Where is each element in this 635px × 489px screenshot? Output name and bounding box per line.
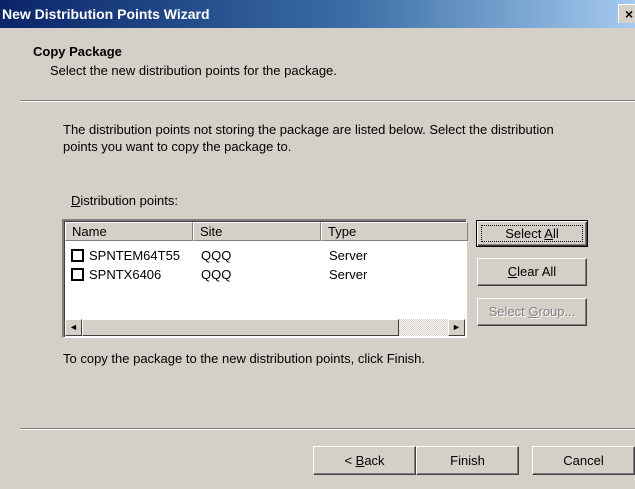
- cell-name: SPNTX6406: [89, 267, 162, 282]
- page-subtitle: Select the new distribution points for t…: [50, 63, 337, 78]
- row-checkbox[interactable]: [71, 249, 84, 262]
- close-icon[interactable]: ×: [618, 4, 635, 23]
- cell-site: QQQ: [201, 248, 232, 263]
- column-header-site[interactable]: Site: [193, 222, 321, 241]
- select-all-button[interactable]: Select All: [476, 220, 588, 247]
- list-item[interactable]: SPNTX6406 QQQ Server: [67, 266, 462, 284]
- cell-type: Server: [329, 267, 368, 282]
- window-title: New Distribution Points Wizard: [2, 6, 210, 22]
- back-button[interactable]: < Back: [313, 446, 416, 475]
- column-header-name[interactable]: Name: [65, 222, 193, 241]
- cell-type: Server: [329, 248, 368, 263]
- distribution-points-label: Distribution points:: [71, 193, 178, 208]
- wizard-header: Copy Package Select the new distribution…: [0, 28, 635, 100]
- scrollbar-thumb[interactable]: [82, 319, 399, 336]
- scrollbar-track[interactable]: [82, 319, 448, 336]
- list-header: Name Site Type: [65, 222, 468, 241]
- cell-site: QQQ: [201, 267, 232, 282]
- intro-text: The distribution points not storing the …: [63, 122, 554, 154]
- select-all-label: Select All: [481, 225, 583, 242]
- clear-all-button[interactable]: Clear All: [477, 258, 587, 286]
- distribution-points-list[interactable]: Name Site Type SPNTEM64T55 QQQ Server SP…: [62, 219, 468, 338]
- cancel-button[interactable]: Cancel: [532, 446, 635, 475]
- scroll-right-icon[interactable]: ►: [448, 319, 465, 336]
- page-title: Copy Package: [33, 44, 122, 59]
- column-header-type[interactable]: Type: [321, 222, 468, 241]
- cell-name: SPNTEM64T55: [89, 248, 181, 263]
- header-divider: [20, 100, 635, 102]
- horizontal-scrollbar[interactable]: ◄ ►: [65, 319, 465, 336]
- select-group-button[interactable]: Select Group...: [477, 298, 587, 326]
- footer-divider: [20, 428, 635, 430]
- scroll-left-icon[interactable]: ◄: [65, 319, 82, 336]
- list-item[interactable]: SPNTEM64T55 QQQ Server: [67, 247, 462, 265]
- row-checkbox[interactable]: [71, 268, 84, 281]
- finish-button[interactable]: Finish: [416, 446, 519, 475]
- finish-instruction: To copy the package to the new distribut…: [63, 351, 426, 366]
- title-bar: New Distribution Points Wizard ×: [0, 0, 635, 28]
